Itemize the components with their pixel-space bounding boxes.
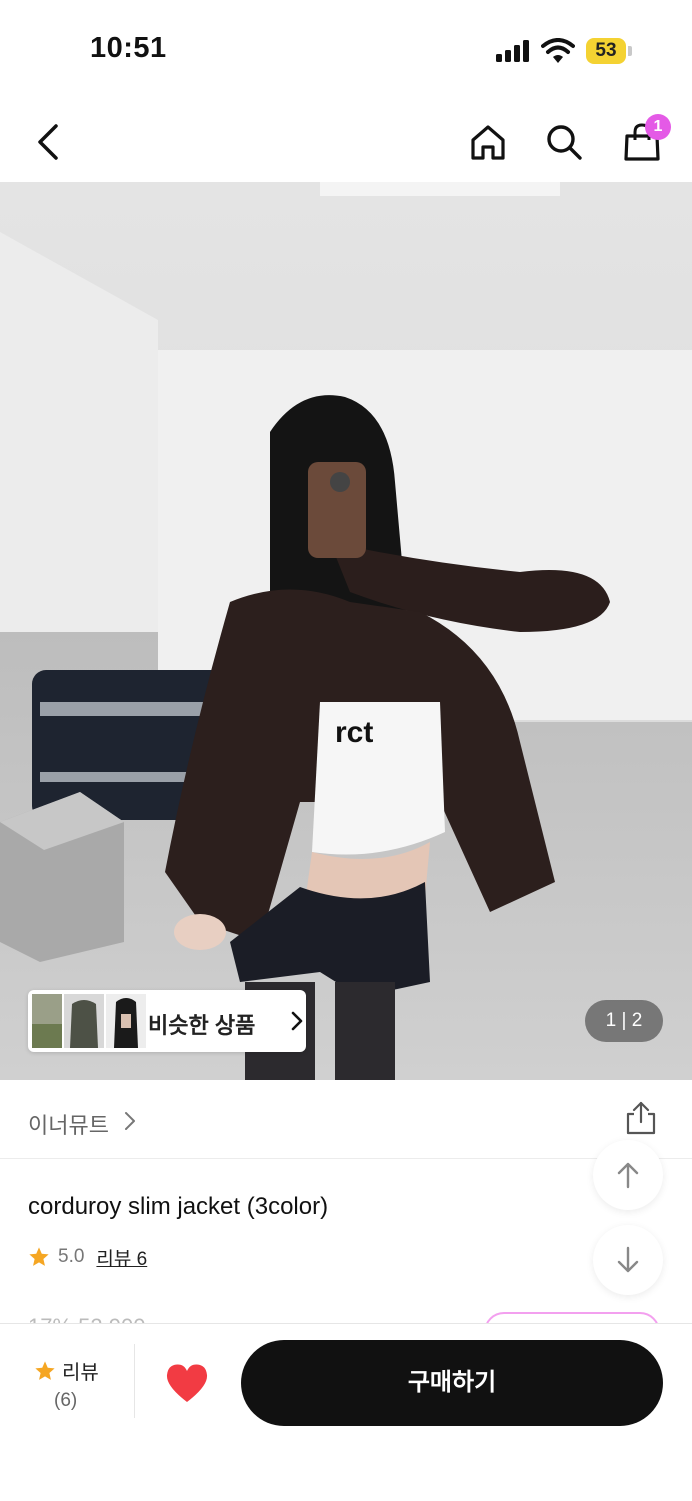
- review-link[interactable]: 리뷰 6: [96, 1244, 147, 1271]
- heart-icon[interactable]: [164, 1362, 210, 1404]
- product-photo: rct: [0, 182, 692, 1080]
- brand-name[interactable]: 이너뮤트: [28, 1108, 109, 1140]
- similar-thumbnail-1: [32, 994, 62, 1048]
- similar-products-label: 비슷한 상품: [148, 1013, 256, 1038]
- home-icon: [471, 125, 505, 160]
- similar-thumbnail-3: [106, 994, 146, 1048]
- bottom-action-bar: 리뷰 (6) 구매하기: [0, 1323, 692, 1501]
- product-title: corduroy slim jacket (3color): [28, 1193, 329, 1220]
- scroll-up-button[interactable]: [593, 1140, 663, 1210]
- product-rating: 5.0 리뷰 6: [28, 1244, 147, 1270]
- scroll-down-button[interactable]: [593, 1225, 663, 1295]
- battery-indicator: 53: [586, 38, 632, 64]
- product-image[interactable]: rct: [0, 182, 692, 1080]
- status-bar: 10:51 53: [0, 0, 692, 100]
- image-pager: 1 | 2: [585, 1000, 663, 1042]
- brand-row[interactable]: 이너뮤트: [0, 1080, 692, 1159]
- review-count: (6): [54, 1390, 78, 1411]
- rating-value: 5.0: [58, 1246, 85, 1267]
- status-time: 10:51: [90, 32, 167, 64]
- back-button[interactable]: [24, 118, 72, 166]
- chevron-right-icon: [125, 1112, 135, 1130]
- cart-count-badge: 1: [645, 114, 671, 140]
- search-button[interactable]: [540, 118, 588, 166]
- battery-cap: [628, 46, 632, 56]
- share-icon[interactable]: [624, 1100, 658, 1136]
- cellular-signal-icon: [496, 40, 529, 62]
- wifi-icon: [541, 38, 575, 63]
- arrow-up-icon: [617, 1162, 639, 1189]
- review-label: 리뷰: [62, 1362, 99, 1384]
- star-icon: [29, 1247, 49, 1266]
- back-icon: [38, 124, 58, 160]
- divider: [134, 1344, 135, 1418]
- review-button[interactable]: 리뷰 (6): [20, 1348, 114, 1418]
- battery-level: 53: [586, 38, 626, 64]
- star-icon: [35, 1360, 55, 1380]
- top-nav: [0, 100, 692, 182]
- similar-products-button[interactable]: 비슷한 상품: [28, 990, 306, 1052]
- chevron-right-icon: [291, 1011, 303, 1031]
- buy-button[interactable]: 구매하기: [241, 1340, 663, 1426]
- home-button[interactable]: [464, 118, 512, 166]
- similar-thumbnail-2: [64, 994, 104, 1048]
- arrow-down-icon: [617, 1246, 639, 1273]
- svg-text:rct: rct: [335, 716, 373, 749]
- search-icon: [547, 125, 582, 160]
